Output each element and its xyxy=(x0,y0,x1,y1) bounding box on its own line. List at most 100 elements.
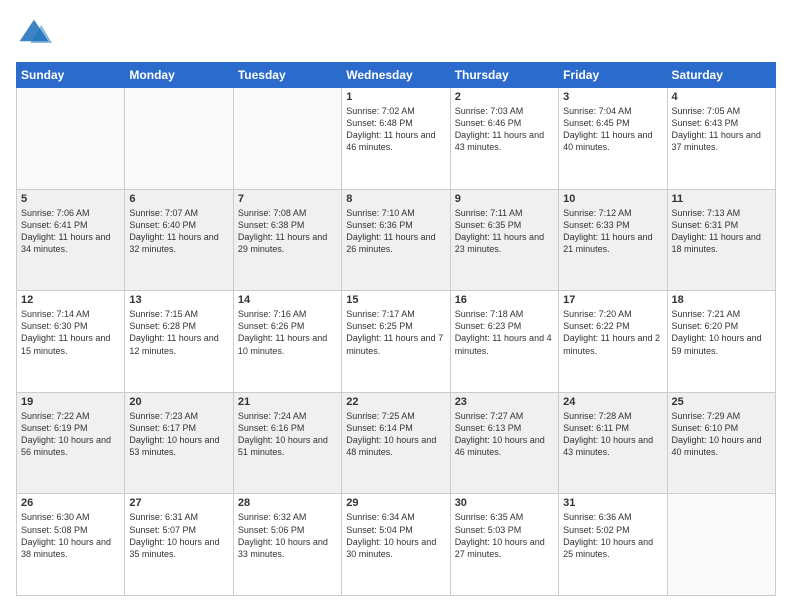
day-number: 31 xyxy=(563,497,662,509)
day-info: Sunrise: 7:24 AM Sunset: 6:16 PM Dayligh… xyxy=(238,410,337,459)
day-cell: 30 Sunrise: 6:35 AM Sunset: 5:03 PM Dayli… xyxy=(450,494,558,596)
day-info: Sunrise: 7:03 AM Sunset: 6:46 PM Dayligh… xyxy=(455,105,554,154)
day-number: 27 xyxy=(129,497,228,509)
weekday-header-monday: Monday xyxy=(125,63,233,88)
logo-icon xyxy=(16,16,52,52)
day-info: Sunrise: 6:32 AM Sunset: 5:06 PM Dayligh… xyxy=(238,511,337,560)
day-info: Sunrise: 7:22 AM Sunset: 6:19 PM Dayligh… xyxy=(21,410,120,459)
week-row-1: 5 Sunrise: 7:06 AM Sunset: 6:41 PM Daylig… xyxy=(17,189,776,291)
day-number: 20 xyxy=(129,396,228,408)
day-number: 30 xyxy=(455,497,554,509)
day-number: 8 xyxy=(346,193,445,205)
calendar: SundayMondayTuesdayWednesdayThursdayFrid… xyxy=(16,62,776,596)
day-cell: 5 Sunrise: 7:06 AM Sunset: 6:41 PM Daylig… xyxy=(17,189,125,291)
day-cell: 25Sunrise: 7:29 AM Sunset: 6:10 PM Dayli… xyxy=(667,392,775,494)
day-number: 9 xyxy=(455,193,554,205)
day-cell: 14Sunrise: 7:16 AM Sunset: 6:26 PM Dayli… xyxy=(233,291,341,393)
day-cell: 20Sunrise: 7:23 AM Sunset: 6:17 PM Dayli… xyxy=(125,392,233,494)
day-number: 26 xyxy=(21,497,120,509)
weekday-header-thursday: Thursday xyxy=(450,63,558,88)
day-number: 12 xyxy=(21,294,120,306)
day-info: Sunrise: 7:13 AM Sunset: 6:31 PM Dayligh… xyxy=(672,207,771,256)
day-info: Sunrise: 7:04 AM Sunset: 6:45 PM Dayligh… xyxy=(563,105,662,154)
day-info: Sunrise: 7:07 AM Sunset: 6:40 PM Dayligh… xyxy=(129,207,228,256)
day-cell: 10 Sunrise: 7:12 AM Sunset: 6:33 PM Dayli… xyxy=(559,189,667,291)
day-number: 14 xyxy=(238,294,337,306)
day-number: 25 xyxy=(672,396,771,408)
day-info: Sunrise: 7:02 AM Sunset: 6:48 PM Dayligh… xyxy=(346,105,445,154)
week-row-2: 12 Sunrise: 7:14 AM Sunset: 6:30 PM Dayli… xyxy=(17,291,776,393)
day-info: Sunrise: 7:20 AM Sunset: 6:22 PM Dayligh… xyxy=(563,308,662,357)
day-info: Sunrise: 7:21 AM Sunset: 6:20 PM Dayligh… xyxy=(672,308,771,357)
day-number: 7 xyxy=(238,193,337,205)
day-number: 24 xyxy=(563,396,662,408)
day-cell: 9 Sunrise: 7:11 AM Sunset: 6:35 PM Daylig… xyxy=(450,189,558,291)
day-number: 1 xyxy=(346,91,445,103)
day-cell: 13Sunrise: 7:15 AM Sunset: 6:28 PM Dayli… xyxy=(125,291,233,393)
day-cell: 24 Sunrise: 7:28 AM Sunset: 6:11 PM Dayli… xyxy=(559,392,667,494)
day-cell: 26 Sunrise: 6:30 AM Sunset: 5:08 PM Dayli… xyxy=(17,494,125,596)
day-cell xyxy=(667,494,775,596)
day-info: Sunrise: 6:34 AM Sunset: 5:04 PM Dayligh… xyxy=(346,511,445,560)
day-info: Sunrise: 7:18 AM Sunset: 6:23 PM Dayligh… xyxy=(455,308,554,357)
day-number: 13 xyxy=(129,294,228,306)
day-cell: 23Sunrise: 7:27 AM Sunset: 6:13 PM Dayli… xyxy=(450,392,558,494)
day-cell: 7 Sunrise: 7:08 AM Sunset: 6:38 PM Daylig… xyxy=(233,189,341,291)
day-number: 22 xyxy=(346,396,445,408)
day-cell: 31 Sunrise: 6:36 AM Sunset: 5:02 PM Dayli… xyxy=(559,494,667,596)
header xyxy=(16,16,776,52)
day-cell: 27 Sunrise: 6:31 AM Sunset: 5:07 PM Dayli… xyxy=(125,494,233,596)
weekday-header-row: SundayMondayTuesdayWednesdayThursdayFrid… xyxy=(17,63,776,88)
day-info: Sunrise: 7:12 AM Sunset: 6:33 PM Dayligh… xyxy=(563,207,662,256)
day-cell: 21 Sunrise: 7:24 AM Sunset: 6:16 PM Dayli… xyxy=(233,392,341,494)
day-info: Sunrise: 7:14 AM Sunset: 6:30 PM Dayligh… xyxy=(21,308,120,357)
day-number: 21 xyxy=(238,396,337,408)
day-info: Sunrise: 7:10 AM Sunset: 6:36 PM Dayligh… xyxy=(346,207,445,256)
day-cell: 16Sunrise: 7:18 AM Sunset: 6:23 PM Dayli… xyxy=(450,291,558,393)
day-number: 17 xyxy=(563,294,662,306)
weekday-header-tuesday: Tuesday xyxy=(233,63,341,88)
day-info: Sunrise: 6:36 AM Sunset: 5:02 PM Dayligh… xyxy=(563,511,662,560)
day-cell: 15Sunrise: 7:17 AM Sunset: 6:25 PM Dayli… xyxy=(342,291,450,393)
week-row-4: 26 Sunrise: 6:30 AM Sunset: 5:08 PM Dayli… xyxy=(17,494,776,596)
day-number: 19 xyxy=(21,396,120,408)
day-cell xyxy=(233,88,341,190)
day-info: Sunrise: 7:11 AM Sunset: 6:35 PM Dayligh… xyxy=(455,207,554,256)
day-cell xyxy=(125,88,233,190)
day-number: 4 xyxy=(672,91,771,103)
day-cell: 29 Sunrise: 6:34 AM Sunset: 5:04 PM Dayli… xyxy=(342,494,450,596)
day-number: 3 xyxy=(563,91,662,103)
day-cell: 8 Sunrise: 7:10 AM Sunset: 6:36 PM Daylig… xyxy=(342,189,450,291)
day-number: 10 xyxy=(563,193,662,205)
day-number: 11 xyxy=(672,193,771,205)
day-cell: 18Sunrise: 7:21 AM Sunset: 6:20 PM Dayli… xyxy=(667,291,775,393)
day-number: 5 xyxy=(21,193,120,205)
day-number: 6 xyxy=(129,193,228,205)
weekday-header-sunday: Sunday xyxy=(17,63,125,88)
day-cell: 12 Sunrise: 7:14 AM Sunset: 6:30 PM Dayli… xyxy=(17,291,125,393)
day-info: Sunrise: 7:08 AM Sunset: 6:38 PM Dayligh… xyxy=(238,207,337,256)
day-number: 29 xyxy=(346,497,445,509)
day-info: Sunrise: 6:31 AM Sunset: 5:07 PM Dayligh… xyxy=(129,511,228,560)
day-info: Sunrise: 7:05 AM Sunset: 6:43 PM Dayligh… xyxy=(672,105,771,154)
day-info: Sunrise: 7:17 AM Sunset: 6:25 PM Dayligh… xyxy=(346,308,445,357)
logo xyxy=(16,16,56,52)
weekday-header-friday: Friday xyxy=(559,63,667,88)
day-number: 28 xyxy=(238,497,337,509)
day-cell: 1 Sunrise: 7:02 AM Sunset: 6:48 PM Daylig… xyxy=(342,88,450,190)
day-info: Sunrise: 7:06 AM Sunset: 6:41 PM Dayligh… xyxy=(21,207,120,256)
weekday-header-wednesday: Wednesday xyxy=(342,63,450,88)
day-cell: 22Sunrise: 7:25 AM Sunset: 6:14 PM Dayli… xyxy=(342,392,450,494)
week-row-3: 19 Sunrise: 7:22 AM Sunset: 6:19 PM Dayli… xyxy=(17,392,776,494)
day-cell: 6 Sunrise: 7:07 AM Sunset: 6:40 PM Daylig… xyxy=(125,189,233,291)
day-info: Sunrise: 6:30 AM Sunset: 5:08 PM Dayligh… xyxy=(21,511,120,560)
page: SundayMondayTuesdayWednesdayThursdayFrid… xyxy=(0,0,792,612)
day-info: Sunrise: 6:35 AM Sunset: 5:03 PM Dayligh… xyxy=(455,511,554,560)
day-cell: 11 Sunrise: 7:13 AM Sunset: 6:31 PM Dayli… xyxy=(667,189,775,291)
day-cell: 17 Sunrise: 7:20 AM Sunset: 6:22 PM Dayli… xyxy=(559,291,667,393)
day-info: Sunrise: 7:28 AM Sunset: 6:11 PM Dayligh… xyxy=(563,410,662,459)
week-row-0: 1 Sunrise: 7:02 AM Sunset: 6:48 PM Daylig… xyxy=(17,88,776,190)
day-cell: 3 Sunrise: 7:04 AM Sunset: 6:45 PM Daylig… xyxy=(559,88,667,190)
day-cell: 4 Sunrise: 7:05 AM Sunset: 6:43 PM Daylig… xyxy=(667,88,775,190)
day-cell: 2Sunrise: 7:03 AM Sunset: 6:46 PM Daylig… xyxy=(450,88,558,190)
